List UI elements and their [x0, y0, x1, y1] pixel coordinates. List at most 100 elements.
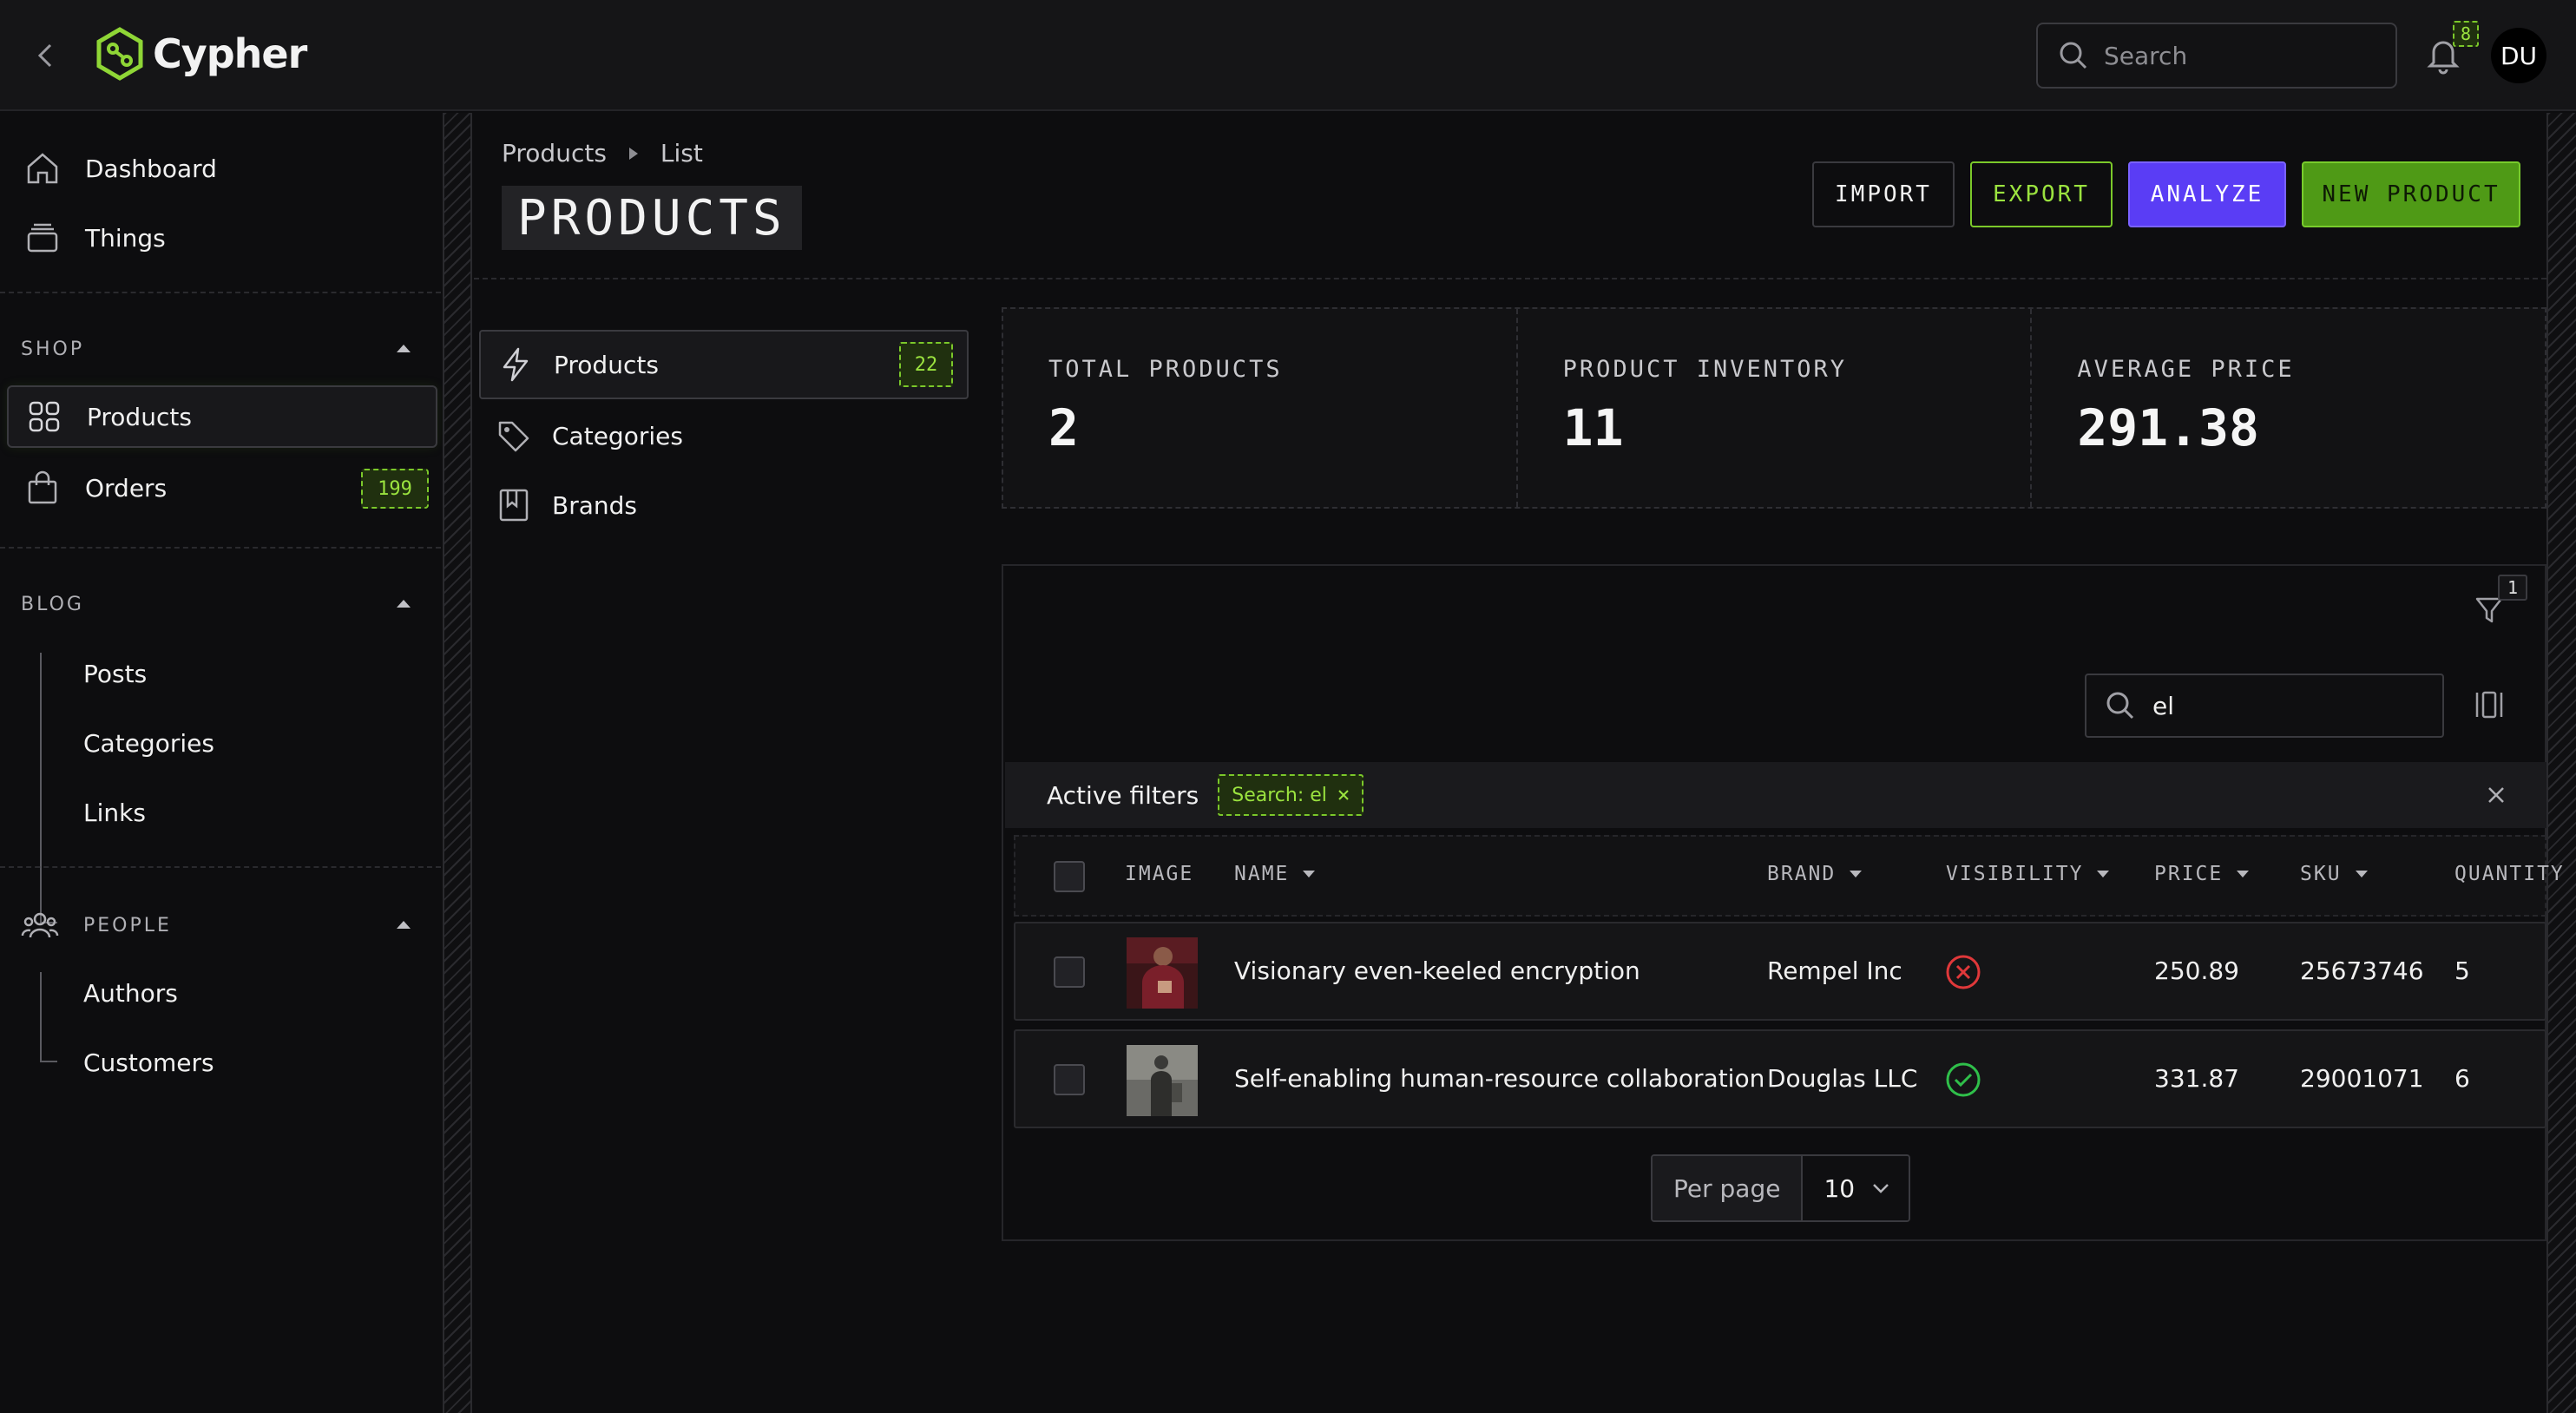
- tree-connector: [40, 653, 57, 923]
- sidebar-item-products[interactable]: Products: [7, 385, 437, 448]
- filter-count-badge: 1: [2498, 575, 2527, 601]
- chevron-down-icon: [1872, 1183, 1889, 1193]
- breadcrumb-list: List: [660, 139, 703, 168]
- column-header-visibility[interactable]: VISIBILITY: [1946, 863, 2111, 885]
- clear-filters-icon[interactable]: [2484, 783, 2508, 807]
- layers-icon: [24, 220, 61, 256]
- section-title-blog: BLOG: [21, 594, 84, 615]
- sidebar-item-dashboard[interactable]: Dashboard: [7, 137, 437, 200]
- caret-up-icon[interactable]: [394, 342, 413, 354]
- product-brand: Rempel Inc: [1767, 956, 1902, 985]
- column-header-name[interactable]: NAME: [1234, 863, 1317, 885]
- hatch-divider: [2546, 113, 2576, 1413]
- stat-value: 11: [1562, 398, 1624, 457]
- sidebar-item-blog-categories[interactable]: Categories: [83, 729, 214, 758]
- section-title-shop: SHOP: [21, 338, 85, 360]
- table-row[interactable]: Self-enabling human-resource collaborati…: [1014, 1029, 2546, 1128]
- section-title-people: PEOPLE: [83, 915, 172, 937]
- filter-chip[interactable]: Search: el: [1218, 774, 1364, 816]
- product-name[interactable]: Self-enabling human-resource collaborati…: [1234, 1064, 1764, 1093]
- close-icon[interactable]: [1337, 789, 1350, 801]
- stat-value: 2: [1048, 398, 1079, 457]
- pagination-per-page: Per page 10: [1651, 1154, 1911, 1222]
- sidebar-item-authors[interactable]: Authors: [83, 979, 178, 1008]
- select-all-checkbox[interactable]: [1054, 861, 1085, 892]
- chevron-right-icon: [628, 146, 640, 161]
- orders-count-badge: 199: [361, 469, 429, 509]
- new-product-button[interactable]: NEW PRODUCT: [2302, 161, 2520, 227]
- product-brand: Douglas LLC: [1767, 1064, 1918, 1093]
- product-sku: 29001071: [2300, 1064, 2424, 1093]
- sidebar-item-label: Orders: [85, 473, 168, 503]
- table-search[interactable]: [2085, 674, 2444, 738]
- column-header-brand[interactable]: BRAND: [1767, 863, 1863, 885]
- cypher-logo-icon: [94, 26, 146, 82]
- bolt-icon: [498, 346, 533, 383]
- stat-label: AVERAGE PRICE: [2077, 356, 2295, 383]
- column-header-price[interactable]: PRICE: [2154, 863, 2251, 885]
- people-icon: [21, 908, 59, 943]
- breadcrumb: Products List: [502, 139, 703, 168]
- stat-label: TOTAL PRODUCTS: [1048, 356, 1283, 383]
- active-filters-bar: Active filters Search: el: [1005, 762, 2546, 828]
- sidebar-item-label: Products: [87, 402, 192, 431]
- import-button[interactable]: IMPORT: [1812, 161, 1955, 227]
- active-filters-label: Active filters: [1047, 780, 1199, 810]
- product-quantity: 5: [2454, 956, 2470, 985]
- breadcrumb-products[interactable]: Products: [502, 139, 607, 168]
- subnav-label: Products: [554, 350, 659, 379]
- user-avatar[interactable]: DU: [2491, 28, 2546, 83]
- stat-value: 291.38: [2077, 398, 2259, 457]
- sidebar-item-posts[interactable]: Posts: [83, 660, 147, 688]
- sidebar-item-orders[interactable]: Orders 199: [7, 457, 437, 519]
- home-icon: [24, 150, 61, 187]
- sidebar-divider: [0, 292, 441, 293]
- sort-caret-icon: [2097, 871, 2110, 877]
- sort-caret-icon: [1303, 871, 1316, 877]
- subnav-label: Categories: [552, 421, 683, 450]
- sidebar-divider: [0, 866, 441, 868]
- stat-product-inventory: PRODUCT INVENTORY 11: [1518, 309, 2033, 507]
- stat-average-price: AVERAGE PRICE 291.38: [2032, 309, 2545, 507]
- row-checkbox[interactable]: [1054, 956, 1085, 988]
- table-search-input[interactable]: [2152, 691, 2430, 720]
- per-page-select[interactable]: 10: [1803, 1156, 1909, 1220]
- subnav-item-categories[interactable]: Categories: [479, 401, 969, 470]
- product-thumbnail: [1127, 1045, 1198, 1116]
- hatch-divider: [443, 113, 472, 1413]
- header-divider: [474, 278, 2546, 279]
- global-search-input[interactable]: [2104, 41, 2382, 70]
- top-bar: Cypher 8 DU: [0, 0, 2576, 111]
- stat-total-products: TOTAL PRODUCTS 2: [1003, 309, 1518, 507]
- column-header-quantity[interactable]: QUANTITY: [2454, 863, 2565, 885]
- table-header: IMAGE NAME BRAND VISIBILITY PRICE SKU QU…: [1014, 835, 2563, 917]
- product-price: 250.89: [2154, 956, 2239, 985]
- table-row[interactable]: Visionary even-keeled encryption Rempel …: [1014, 922, 2546, 1021]
- sidebar-item-label: Dashboard: [85, 154, 217, 183]
- product-name[interactable]: Visionary even-keeled encryption: [1234, 956, 1640, 985]
- columns-toggle-icon[interactable]: [2474, 689, 2505, 720]
- visible-check-circle-icon: [1944, 1061, 1982, 1099]
- row-checkbox[interactable]: [1054, 1064, 1085, 1095]
- caret-up-icon[interactable]: [394, 918, 413, 930]
- back-arrow-icon[interactable]: [30, 38, 61, 73]
- tag-icon: [496, 417, 531, 454]
- caret-up-icon[interactable]: [394, 597, 413, 609]
- filter-chip-label: Search: el: [1232, 784, 1327, 806]
- export-button[interactable]: EXPORT: [1970, 161, 2113, 227]
- subnav-item-products[interactable]: Products 22: [479, 330, 969, 399]
- sidebar-divider: [0, 547, 441, 549]
- stats-overview: TOTAL PRODUCTS 2 PRODUCT INVENTORY 11 AV…: [1002, 307, 2546, 509]
- app-logo[interactable]: Cypher: [94, 26, 307, 82]
- global-search[interactable]: [2036, 23, 2397, 89]
- subnav-label: Brands: [552, 490, 637, 520]
- analyze-button[interactable]: ANALYZE: [2128, 161, 2286, 227]
- bookmark-icon: [496, 487, 531, 523]
- column-header-sku[interactable]: SKU: [2300, 863, 2369, 885]
- sidebar-item-customers[interactable]: Customers: [83, 1048, 214, 1077]
- sidebar: Dashboard Things SHOP Products Orders 19…: [0, 113, 443, 1413]
- product-price: 331.87: [2154, 1064, 2239, 1093]
- sidebar-item-links[interactable]: Links: [83, 799, 146, 827]
- subnav-item-brands[interactable]: Brands: [479, 470, 969, 540]
- sidebar-item-things[interactable]: Things: [7, 207, 437, 269]
